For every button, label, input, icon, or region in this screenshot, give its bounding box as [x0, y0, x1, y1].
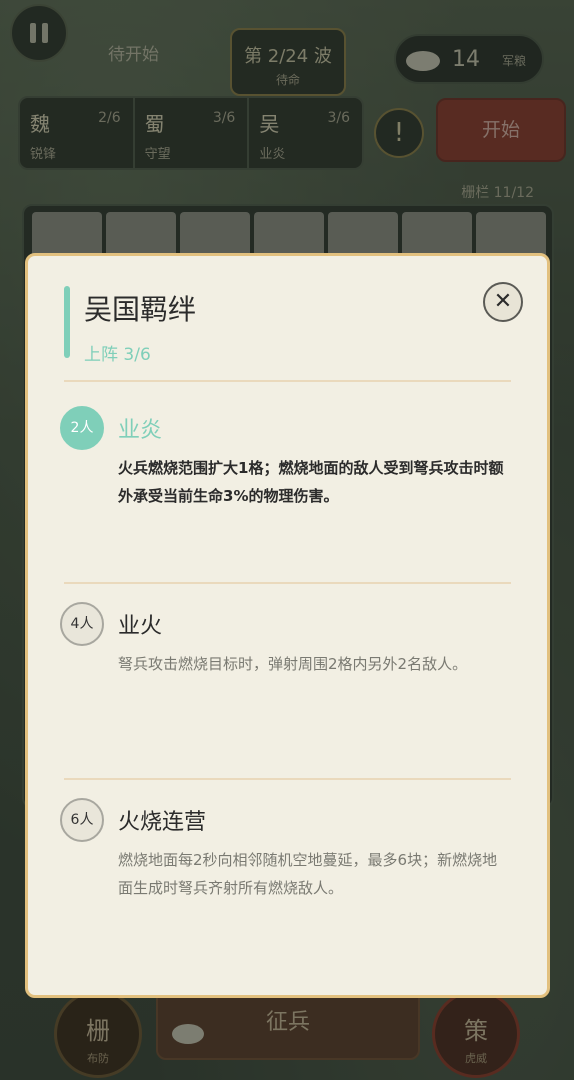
modal-title: 吴国羁绊 — [84, 293, 197, 326]
tier-name: 业火 — [118, 614, 163, 639]
tier-name: 业炎 — [118, 418, 163, 443]
tier-name: 火烧连营 — [118, 810, 207, 835]
divider — [64, 582, 511, 584]
modal-subtitle: 上阵 3/6 — [84, 345, 151, 365]
tier-badge: 2人 — [60, 406, 104, 450]
divider — [64, 778, 511, 780]
bond-tier-6: 6人 火烧连营 燃烧地面每2秒向相邻随机空地蔓延，最多6块；新燃烧地面生成时弩兵… — [60, 798, 517, 968]
divider — [64, 380, 511, 382]
tier-description: 弩兵攻击燃烧目标时，弹射周围2格内另外2名敌人。 — [118, 655, 468, 673]
close-button[interactable]: ✕ — [483, 282, 523, 322]
bond-tier-4: 4人 业火 弩兵攻击燃烧目标时，弹射周围2格内另外2名敌人。 — [60, 602, 517, 772]
tier-badge: 4人 — [60, 602, 104, 646]
tier-description: 燃烧地面每2秒向相邻随机空地蔓延，最多6块；新燃烧地面生成时弩兵齐射所有燃烧敌人… — [118, 851, 498, 897]
bond-detail-modal: 吴国羁绊 上阵 3/6 ✕ 2人 业炎 火兵燃烧范围扩大1格；燃烧地面的敌人受到… — [25, 253, 550, 998]
tier-badge: 6人 — [60, 798, 104, 842]
tier-description: 火兵燃烧范围扩大1格；燃烧地面的敌人受到弩兵攻击时额外承受当前生命3%的物理伤害… — [118, 459, 504, 505]
bond-tier-2: 2人 业炎 火兵燃烧范围扩大1格；燃烧地面的敌人受到弩兵攻击时额外承受当前生命3… — [60, 406, 517, 576]
title-accent-bar — [64, 286, 70, 358]
